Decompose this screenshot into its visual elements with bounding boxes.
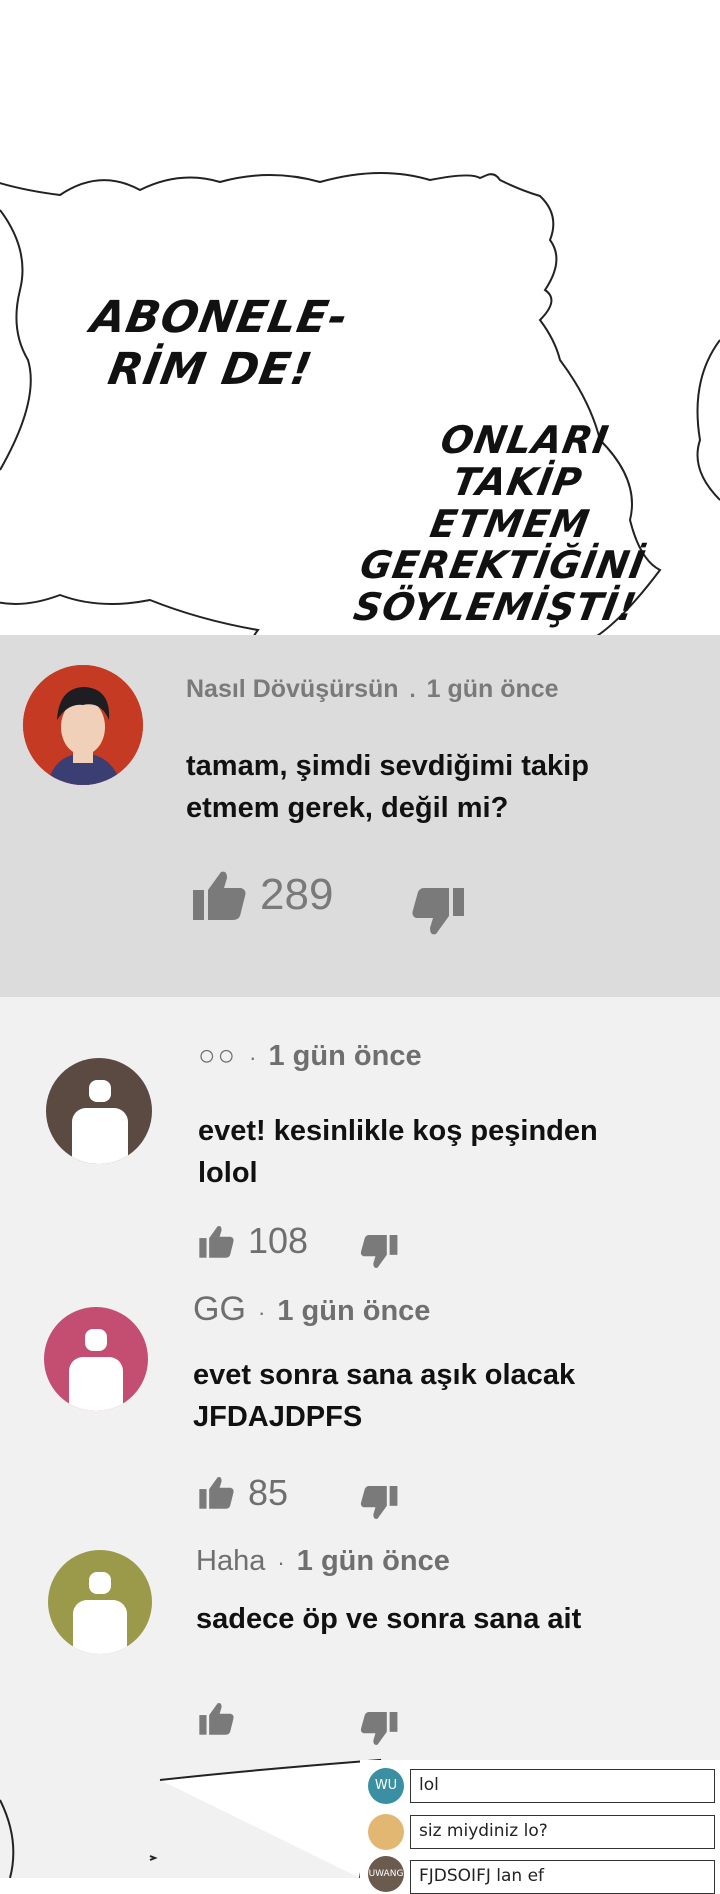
comment-text: sadece öp ve sonra sana ait	[196, 1598, 581, 1640]
comment-line: sadece öp ve sonra sana ait	[196, 1603, 582, 1635]
avatar-body	[72, 1108, 128, 1164]
chat-text: lol	[419, 1775, 439, 1795]
comment-author[interactable]: ○○	[198, 1040, 237, 1072]
like-count: 85	[248, 1472, 289, 1513]
chat-avatar-wu: WU	[368, 1768, 404, 1804]
thumbs-up-icon[interactable]	[198, 1702, 236, 1736]
chat-text: siz miydiniz lo?	[419, 1821, 548, 1841]
separator: ·	[249, 1045, 257, 1070]
like-count: 108	[248, 1220, 309, 1261]
comment-author[interactable]: GG	[193, 1290, 246, 1328]
thumbs-up-icon[interactable]	[198, 1225, 236, 1259]
chat-avatar	[368, 1814, 404, 1850]
avatar-head	[85, 1329, 107, 1351]
default-avatar-icon[interactable]	[44, 1307, 148, 1411]
comment-line: JFDAJDPFS	[193, 1401, 363, 1433]
bubble-text-left: ABONELE- RİM DE!	[71, 292, 359, 396]
comment-meta: Nasıl Dövüşürsün . 1 gün önce	[186, 675, 559, 704]
chat-avatar-uwang: UWANG	[368, 1856, 404, 1892]
bubble-line: RİM DE!	[104, 343, 317, 395]
comment-text: evet! kesinlikle koş peşinden lolol	[198, 1110, 598, 1194]
comment-text: tamam, şimdi sevdiğimi takip etmem gerek…	[186, 745, 589, 829]
comment-text: evet sonra sana aşık olacak JFDAJDPFS	[193, 1354, 575, 1438]
separator: ·	[257, 1300, 266, 1325]
chat-message: FJDSOIFJ lan ef	[410, 1860, 715, 1894]
thumbs-up-icon[interactable]	[193, 870, 247, 922]
avatar-body	[73, 1600, 127, 1654]
bubble-line: ABONELE-	[87, 292, 353, 343]
comment-line: evet sonra sana aşık olacak	[193, 1359, 576, 1391]
bubble-line: ONLARI	[437, 418, 613, 462]
thumbs-down-icon[interactable]	[412, 888, 464, 936]
avatar-head	[89, 1572, 111, 1594]
bubble-line: TAKİP ETMEM	[427, 459, 594, 546]
comment-meta: Haha · 1 gün önce	[196, 1545, 450, 1578]
like-count: 289	[260, 870, 334, 919]
separator: .	[409, 677, 416, 702]
avatar[interactable]	[23, 665, 143, 785]
comment-time: 1 gün önce	[277, 1295, 431, 1327]
separator: ·	[277, 1550, 285, 1575]
thumbs-down-icon[interactable]	[360, 1235, 398, 1269]
chat-text: FJDSOIFJ lan ef	[419, 1866, 545, 1886]
character-portrait-icon	[23, 665, 143, 785]
bubble-text-right: ONLARI TAKİP ETMEM GEREKTİĞİNİ SÖYLEMİŞT…	[347, 418, 674, 630]
comment-author[interactable]: Nasıl Dövüşürsün	[186, 675, 399, 703]
comment-time: 1 gün önce	[296, 1545, 450, 1577]
comment-line: lolol	[198, 1157, 258, 1189]
bubble-line: SÖYLEMİŞTİ!	[350, 585, 641, 630]
chat-message: siz miydiniz lo?	[410, 1815, 715, 1849]
comment-author[interactable]: Haha	[196, 1545, 265, 1577]
comment-line: tamam, şimdi sevdiğimi takip	[186, 750, 589, 782]
comment-line: etmem gerek, değil mi?	[186, 792, 509, 824]
comment-meta: ○○ · 1 gün önce	[198, 1040, 422, 1073]
comment-meta: GG · 1 gün önce	[193, 1290, 430, 1329]
thumbs-down-icon[interactable]	[360, 1486, 398, 1520]
comment-line: evet! kesinlikle koş peşinden	[198, 1115, 598, 1147]
thumbs-up-icon[interactable]	[198, 1476, 236, 1510]
avatar-body	[69, 1357, 123, 1411]
avatar-head	[89, 1080, 111, 1102]
comment-time: 1 gün önce	[268, 1040, 422, 1072]
chat-avatar-label: WU	[374, 1778, 398, 1793]
bubble-line: GEREKTİĞİNİ	[356, 543, 649, 588]
chat-message: lol	[410, 1769, 715, 1803]
default-avatar-icon[interactable]	[46, 1058, 152, 1164]
comment-time: 1 gün önce	[426, 675, 559, 703]
default-avatar-icon[interactable]	[48, 1550, 152, 1654]
